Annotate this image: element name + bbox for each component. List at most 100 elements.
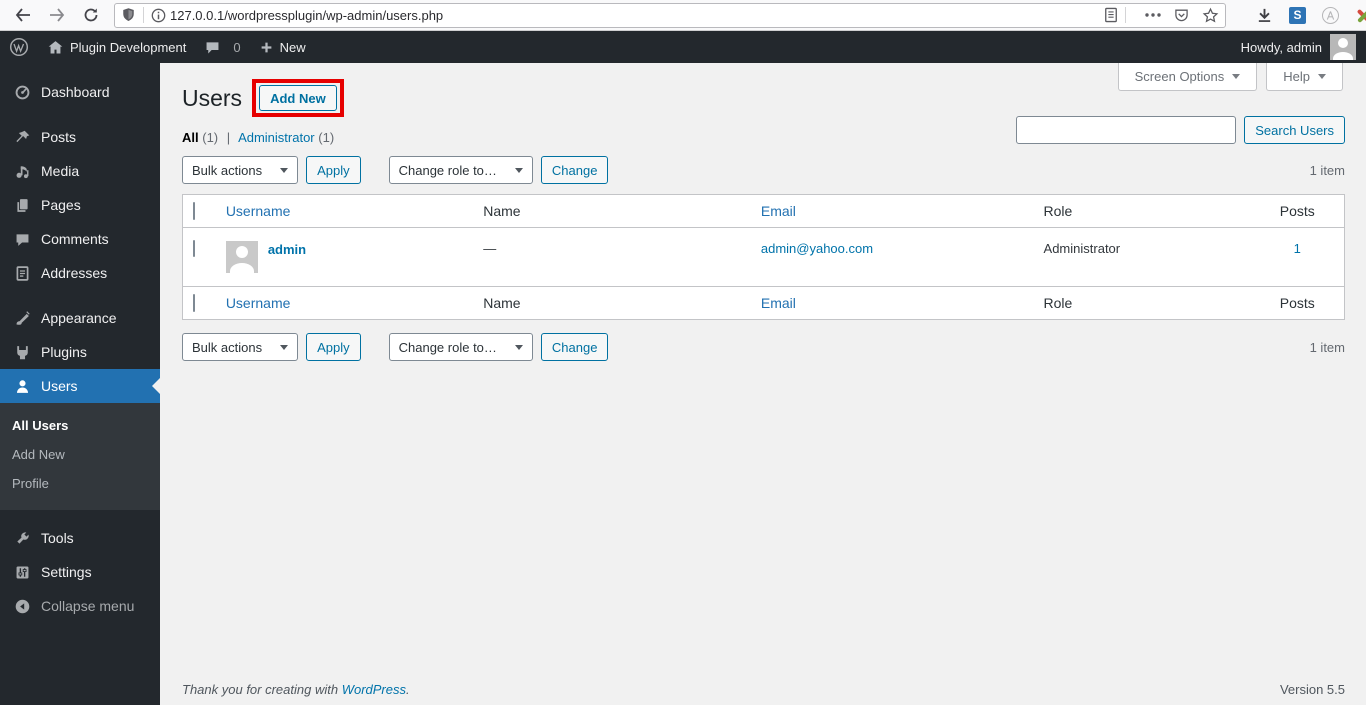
column-header-email: Email — [750, 194, 1034, 228]
wordpress-logo-icon[interactable] — [0, 31, 38, 63]
pages-icon — [12, 197, 32, 214]
sidebar-item-users[interactable]: Users — [0, 369, 160, 403]
add-new-button[interactable]: Add New — [259, 85, 337, 111]
help-button[interactable]: Help — [1266, 63, 1343, 91]
filter-all-count: (1) — [202, 130, 219, 145]
avatar[interactable] — [1330, 34, 1356, 60]
annotation-highlight-box: Add New — [252, 79, 344, 117]
extension-s-icon[interactable]: S — [1289, 6, 1306, 24]
row-checkbox[interactable] — [193, 240, 195, 257]
admin-sidebar: Dashboard Posts Media Pages Comments Add… — [0, 63, 160, 705]
chevron-down-icon — [1318, 74, 1326, 79]
forward-icon[interactable] — [44, 3, 70, 27]
column-footer-username: Username — [215, 286, 474, 320]
plug-icon — [12, 344, 32, 361]
bulk-actions-select[interactable]: Bulk actions — [182, 333, 299, 361]
dashboard-icon — [12, 84, 32, 101]
column-footer-email: Email — [750, 286, 1034, 320]
sidebar-item-comments[interactable]: Comments — [0, 222, 160, 256]
comments-count: 0 — [233, 39, 241, 55]
user-avatar — [225, 241, 258, 273]
filter-admin-count: (1) — [318, 130, 335, 145]
tracking-protection-shield-icon[interactable] — [121, 7, 136, 23]
username-link[interactable]: admin — [268, 242, 306, 257]
reload-icon[interactable] — [78, 3, 104, 27]
comments-icon — [12, 231, 32, 248]
site-menu-item[interactable]: Plugin Development — [38, 31, 195, 63]
new-menu-item[interactable]: New — [250, 31, 315, 63]
tablenav-top: Bulk actions Apply Change role to… Chang… — [182, 156, 1345, 184]
page-title: Users — [182, 85, 243, 111]
howdy-text[interactable]: Howdy, admin — [1241, 40, 1322, 55]
sidebar-item-appearance[interactable]: Appearance — [0, 301, 160, 335]
pushpin-icon — [12, 129, 32, 146]
table-header-row: Username Name Email Role Posts — [182, 194, 1345, 228]
admin-footer: Thank you for creating with WordPress. V… — [182, 682, 1345, 697]
sidebar-item-dashboard[interactable]: Dashboard — [0, 75, 160, 109]
column-footer-name: Name — [473, 286, 751, 320]
apply-button[interactable]: Apply — [306, 156, 361, 184]
sidebar-item-media[interactable]: Media — [0, 154, 160, 188]
change-role-select[interactable]: Change role to… — [388, 156, 533, 184]
cell-name: — — [483, 241, 497, 256]
url-divider — [1125, 7, 1126, 23]
address-bar[interactable]: 127.0.0.1/wordpressplugin/wp-admin/users… — [114, 2, 1226, 28]
screen-options-button[interactable]: Screen Options — [1117, 63, 1258, 91]
column-footer-posts: Posts — [1250, 286, 1345, 320]
items-count: 1 item — [1309, 162, 1345, 178]
table-row: admin — admin@yahoo.com Administrator 1 — [183, 228, 1345, 287]
extension-translate-icon[interactable] — [1322, 6, 1339, 24]
filter-all[interactable]: All — [182, 130, 199, 145]
submenu-item-all-users[interactable]: All Users — [0, 411, 160, 440]
sidebar-item-addresses[interactable]: Addresses — [0, 256, 160, 290]
chevron-down-icon — [280, 344, 289, 350]
reader-mode-icon[interactable] — [1104, 7, 1118, 23]
pocket-icon[interactable] — [1173, 7, 1190, 23]
back-icon[interactable] — [10, 3, 36, 27]
downloads-icon[interactable] — [1256, 7, 1273, 24]
sidebar-item-posts[interactable]: Posts — [0, 120, 160, 154]
sidebar-item-settings[interactable]: Settings — [0, 555, 160, 589]
home-icon — [47, 39, 64, 56]
email-link[interactable]: admin@yahoo.com — [761, 241, 873, 256]
url-text[interactable]: 127.0.0.1/wordpressplugin/wp-admin/users… — [170, 8, 1092, 23]
tablenav-bottom: Bulk actions Apply Change role to… Chang… — [182, 333, 1345, 361]
chevron-down-icon — [280, 167, 289, 173]
comments-menu-item[interactable]: 0 — [195, 31, 249, 63]
apply-button[interactable]: Apply — [306, 333, 361, 361]
wordpress-link[interactable]: WordPress — [342, 682, 406, 697]
sidebar-item-collapse-menu[interactable]: Collapse menu — [0, 589, 160, 623]
select-all-checkbox[interactable] — [193, 202, 195, 220]
search-input[interactable] — [1016, 116, 1237, 144]
cell-role: Administrator — [1043, 241, 1121, 256]
change-button[interactable]: Change — [540, 333, 609, 361]
chevron-down-icon — [1232, 74, 1241, 79]
page-actions-icon[interactable] — [1145, 13, 1161, 17]
search-users-button[interactable]: Search Users — [1244, 116, 1345, 144]
users-table: Username Name Email Role Posts admin — a… — [182, 194, 1345, 320]
wp-admin-bar: Plugin Development 0 New Howdy, admin — [0, 31, 1366, 63]
sidebar-item-pages[interactable]: Pages — [0, 188, 160, 222]
sidebar-item-tools[interactable]: Tools — [0, 521, 160, 555]
plus-icon — [259, 40, 274, 55]
menu-separator — [0, 290, 160, 301]
bulk-actions-select[interactable]: Bulk actions — [182, 156, 299, 184]
chevron-down-icon — [514, 344, 523, 350]
extension-crossed-pencils-icon[interactable] — [1355, 6, 1366, 24]
select-all-checkbox[interactable] — [193, 294, 195, 312]
change-role-select[interactable]: Change role to… — [388, 333, 533, 361]
sidebar-item-plugins[interactable]: Plugins — [0, 335, 160, 369]
change-button[interactable]: Change — [540, 156, 609, 184]
items-count: 1 item — [1309, 339, 1345, 355]
footer-thankyou: Thank you for creating with WordPress. — [182, 682, 410, 697]
site-info-icon[interactable] — [151, 8, 166, 23]
users-page: Screen Options Help Users Add New Search… — [160, 63, 1366, 705]
filter-administrator[interactable]: Administrator — [238, 130, 315, 145]
footer-version: Version 5.5 — [1279, 682, 1345, 697]
posts-count-link[interactable]: 1 — [1294, 241, 1301, 256]
url-divider — [143, 7, 144, 23]
bookmark-star-icon[interactable] — [1202, 7, 1219, 24]
paintbrush-icon — [12, 310, 32, 327]
submenu-item-profile[interactable]: Profile — [0, 469, 160, 498]
submenu-item-add-new[interactable]: Add New — [0, 440, 160, 469]
